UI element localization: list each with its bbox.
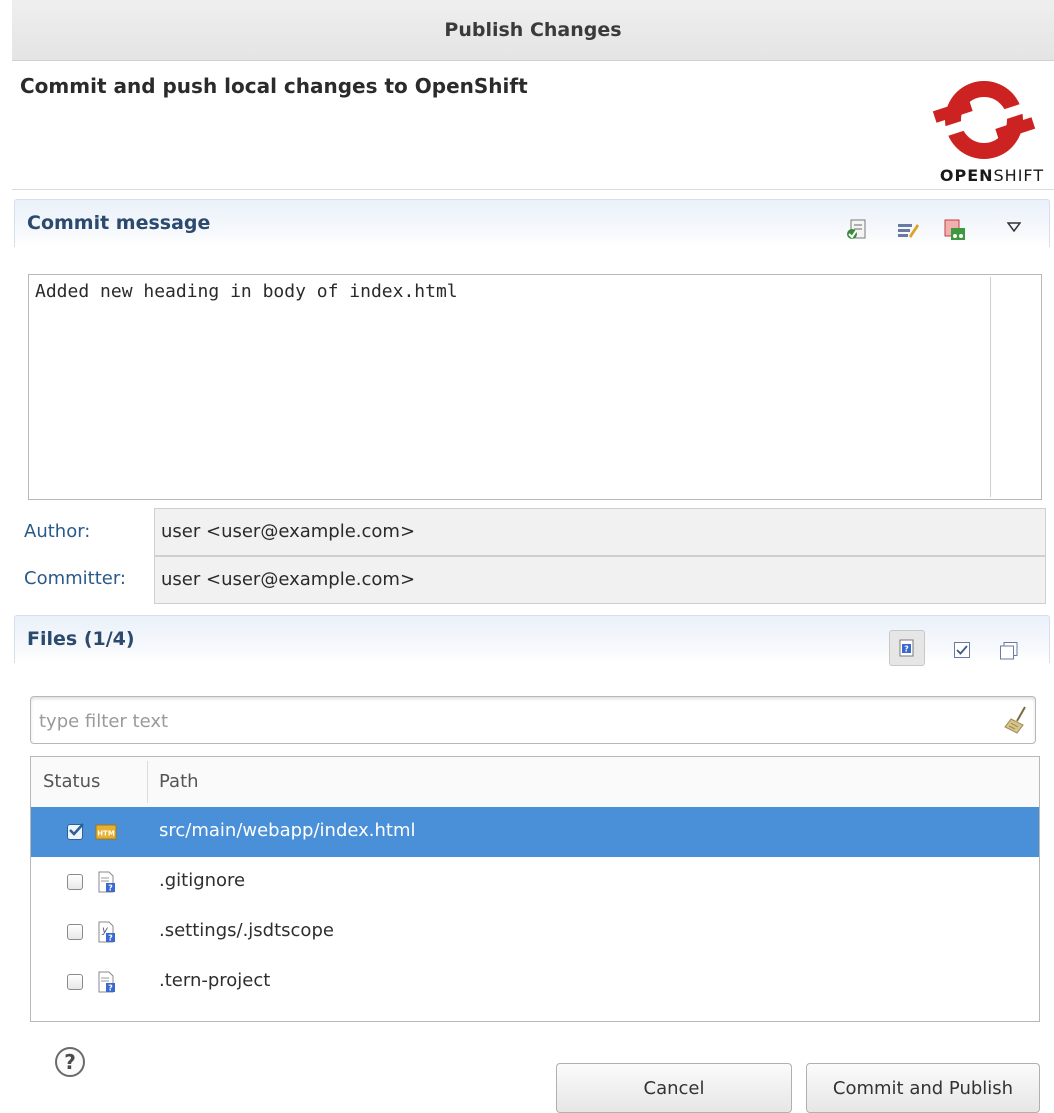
checked-icon [69, 823, 84, 836]
filter-input[interactable] [37, 707, 991, 735]
file-path: .tern-project [159, 970, 271, 991]
commit-and-publish-button[interactable]: Commit and Publish [806, 1063, 1040, 1113]
column-header-status[interactable]: Status [43, 771, 100, 792]
untracked-files-icon: ? [899, 639, 914, 657]
untracked-file-icon: ? [98, 871, 115, 893]
svg-text:?: ? [108, 984, 113, 993]
add-change-id-icon[interactable] [943, 218, 967, 242]
openshift-logo: OPENSHIFT [930, 70, 1054, 188]
svg-text:HTM: HTM [97, 830, 115, 838]
commit-message-textarea[interactable]: Added new heading in body of index.html [28, 274, 1042, 500]
column-header-path[interactable]: Path [159, 771, 199, 792]
deselect-all-icon[interactable] [999, 641, 1019, 661]
committer-field[interactable]: user <user@example.com> [154, 556, 1046, 604]
dialog-title-bar: Publish Changes [12, 0, 1054, 61]
commit-message-title: Commit message [27, 212, 211, 234]
untracked-file-icon: ? [98, 971, 115, 993]
file-path: src/main/webapp/index.html [159, 820, 416, 841]
add-signed-off-icon[interactable] [845, 218, 869, 242]
untracked-settings-file-icon: y ? [98, 921, 115, 943]
svg-text:?: ? [108, 884, 113, 893]
dialog-title: Publish Changes [444, 19, 622, 41]
svg-text:?: ? [64, 1050, 76, 1074]
files-table: Status Path HTM src/main/webapp/index.ht… [30, 756, 1040, 1022]
commit-message-text: Added new heading in body of index.html [35, 281, 458, 302]
file-path: .gitignore [159, 870, 246, 891]
file-filter-box [30, 696, 1036, 744]
table-row[interactable]: ? .tern-project [31, 957, 1039, 1007]
table-row[interactable]: y ? .settings/.jsdtscope [31, 907, 1039, 957]
svg-text:?: ? [108, 934, 113, 943]
commit-message-section-header: Commit message [14, 199, 1050, 247]
amend-commit-icon[interactable] [895, 218, 919, 242]
row-checkbox[interactable] [67, 924, 83, 940]
html-file-icon: HTM [95, 824, 117, 840]
table-row[interactable]: HTM src/main/webapp/index.html [31, 807, 1039, 857]
table-row[interactable]: ? .gitignore [31, 857, 1039, 907]
commit-message-scrollbar[interactable] [990, 277, 991, 497]
author-field[interactable]: user <user@example.com> [154, 508, 1046, 556]
select-all-icon[interactable] [953, 641, 971, 659]
header-divider [12, 189, 1054, 190]
page-subtitle: Commit and push local changes to OpenShi… [20, 74, 528, 98]
row-checkbox[interactable] [67, 874, 83, 890]
cancel-button[interactable]: Cancel [556, 1063, 792, 1113]
row-checkbox[interactable] [67, 823, 84, 840]
table-header: Status Path [31, 757, 1039, 808]
openshift-wordmark: OPENSHIFT [939, 166, 1045, 185]
committer-label: Committer: [24, 568, 126, 589]
help-icon[interactable]: ? [54, 1046, 86, 1078]
files-section-header: Files (1/4) ? [14, 615, 1050, 666]
svg-text:?: ? [904, 645, 909, 654]
files-title: Files (1/4) [27, 628, 135, 650]
author-label: Author: [24, 521, 91, 542]
view-menu-chevron-down-icon[interactable] [1007, 222, 1021, 232]
show-untracked-toggle[interactable]: ? [889, 630, 925, 666]
file-path: .settings/.jsdtscope [159, 920, 334, 941]
column-separator [147, 761, 148, 803]
row-checkbox[interactable] [67, 974, 83, 990]
openshift-logo-icon [932, 81, 1036, 159]
clear-filter-broom-icon[interactable] [1003, 705, 1031, 735]
